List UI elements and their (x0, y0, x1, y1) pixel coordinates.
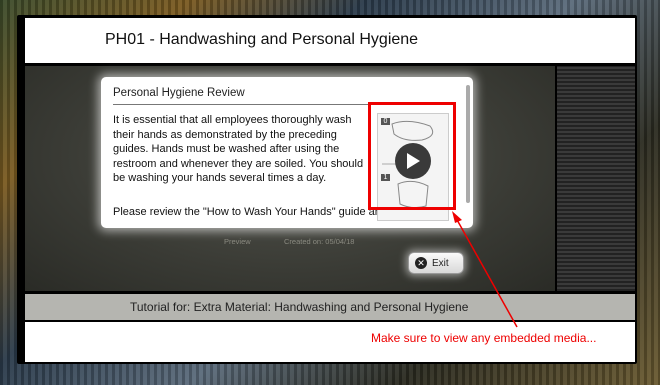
exit-button-label: Exit (432, 257, 449, 269)
tutorial-label: Tutorial for: Extra Material: Handwashin… (130, 300, 469, 314)
exit-button[interactable]: ✕ Exit (408, 252, 464, 274)
side-panel (557, 66, 635, 291)
annotation-callout: Make sure to view any embedded media... (371, 331, 597, 345)
card-title: Personal Hygiene Review (113, 87, 245, 99)
preview-label: Preview (224, 237, 251, 246)
page-title: PH01 - Handwashing and Personal Hygiene (105, 31, 419, 48)
divider (113, 104, 371, 105)
close-icon: ✕ (415, 257, 427, 269)
title-bar: PH01 - Handwashing and Personal Hygiene (25, 18, 635, 63)
created-date: Created on: 05/04/18 (284, 237, 355, 246)
footer-bar: Tutorial for: Extra Material: Handwashin… (25, 294, 635, 320)
paragraph-1: It is essential that all employees thoro… (113, 114, 364, 184)
highlight-box (368, 102, 456, 210)
card-scrollbar[interactable] (466, 85, 470, 203)
